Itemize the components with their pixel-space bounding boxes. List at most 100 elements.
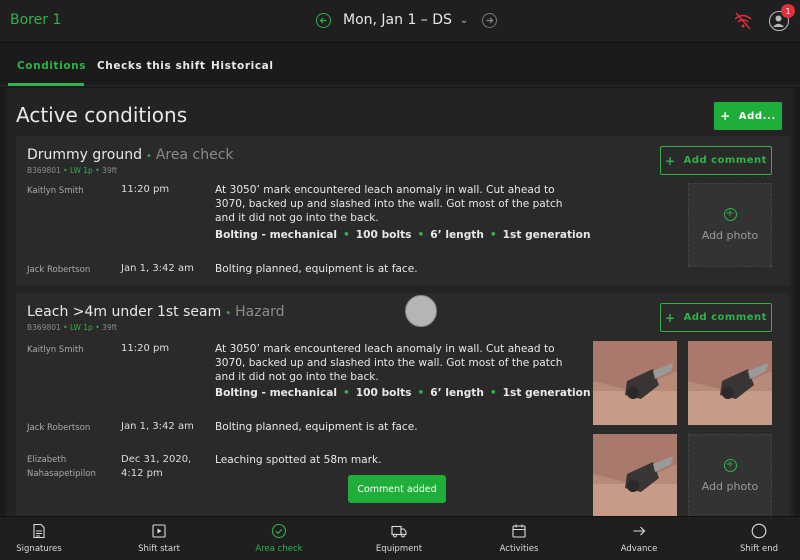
- tag: 1st generation: [502, 229, 591, 241]
- condition-photo[interactable]: [688, 341, 772, 425]
- previous-day-button[interactable]: [316, 12, 331, 28]
- chevron-down-icon[interactable]: ⌄: [460, 15, 468, 26]
- meta-distance: 39ft: [102, 166, 118, 175]
- comment-text: Leaching spotted at 58m mark.: [215, 454, 382, 466]
- plus-icon: +: [665, 310, 676, 325]
- play-icon: [152, 524, 166, 538]
- add-photo-label: Add photo: [701, 480, 759, 493]
- tag: 6’ length: [430, 229, 484, 241]
- comment-tags: Bolting - mechanical • 100 bolts • 6’ length…: [215, 387, 591, 399]
- comment-text: At 3050’ mark encountered leach anomaly …: [215, 184, 563, 224]
- nav-shift-end[interactable]: Shift end: [709, 517, 800, 560]
- condition-meta: B369801 • LW 1p • 39ft: [27, 323, 118, 332]
- tag: 100 bolts: [355, 387, 412, 399]
- nav-shift-start[interactable]: Shift start: [109, 517, 209, 560]
- condition-photo[interactable]: [593, 341, 677, 425]
- nav-label: Shift end: [739, 544, 779, 554]
- comment-author: Jack Robertson: [27, 265, 91, 275]
- check-circle-icon: [271, 523, 287, 539]
- comment-time: 11:20 pm: [121, 184, 170, 195]
- comment-author: Elizabeth Nahasapetipilon: [27, 455, 96, 479]
- nav-area-check[interactable]: Area check: [229, 517, 329, 560]
- nav-label: Area check: [255, 544, 303, 554]
- add-photo-label: Add photo: [701, 229, 759, 242]
- tag: 6’ length: [430, 387, 484, 399]
- separator-dot: •: [145, 151, 152, 162]
- add-condition-button[interactable]: + Add...: [714, 102, 782, 130]
- condition-name: Leach >4m under 1st seam: [27, 304, 222, 320]
- tab-historical[interactable]: Historical: [211, 60, 274, 72]
- condition-name: Drummy ground: [27, 147, 142, 163]
- plus-icon: +: [665, 153, 676, 168]
- tab-checks-this-shift[interactable]: Checks this shift: [97, 60, 206, 72]
- condition-photo[interactable]: [593, 434, 677, 518]
- nav-label: Equipment: [375, 544, 423, 554]
- comment-time: 11:20 pm: [121, 343, 170, 354]
- shift-date[interactable]: Mon, Jan 1 – DS: [343, 12, 452, 28]
- condition-title[interactable]: Drummy ground • Area check: [27, 147, 234, 163]
- add-comment-label: Add comment: [683, 155, 767, 166]
- meta-longwall: LW 1p: [70, 166, 93, 175]
- condition-title[interactable]: Leach >4m under 1st seam • Hazard: [27, 304, 285, 320]
- condition-type: Hazard: [235, 304, 285, 320]
- date-navigator: Mon, Jan 1 – DS ⌄: [316, 12, 498, 28]
- circle-icon: [751, 523, 767, 539]
- add-button-label: Add...: [738, 110, 776, 122]
- nav-label: Shift start: [138, 544, 180, 554]
- add-comment-label: Add comment: [683, 312, 767, 323]
- nav-label: Signatures: [16, 544, 62, 554]
- nav-signatures[interactable]: Signatures: [0, 517, 89, 560]
- tag: 1st generation: [502, 387, 591, 399]
- next-day-button[interactable]: [482, 12, 498, 28]
- active-tab-indicator: [8, 83, 84, 86]
- arrow-left-icon: [319, 17, 327, 23]
- page-title: Active conditions: [16, 103, 188, 127]
- nav-label: Advance: [620, 544, 658, 554]
- comment-tags: Bolting - mechanical • 100 bolts • 6’ length…: [215, 229, 591, 241]
- touch-cursor-indicator: [405, 295, 437, 327]
- document-icon: [33, 523, 45, 539]
- meta-id: B369801: [27, 323, 61, 332]
- add-photo-button[interactable]: + Add photo: [688, 183, 772, 267]
- separator-dot: •: [225, 308, 232, 319]
- app-brand[interactable]: Borer 1: [10, 12, 61, 28]
- nav-activities[interactable]: Activities: [469, 517, 569, 560]
- add-comment-button[interactable]: + Add comment: [660, 146, 772, 175]
- arrow-right-icon: [633, 526, 646, 536]
- toast-notification: Comment added: [348, 475, 446, 503]
- add-comment-button[interactable]: + Add comment: [660, 303, 772, 332]
- nav-label: Activities: [499, 544, 539, 554]
- comment-text: At 3050’ mark encountered leach anomaly …: [215, 343, 563, 383]
- meta-distance: 39ft: [102, 323, 118, 332]
- nav-equipment[interactable]: Equipment: [349, 517, 449, 560]
- condition-meta: B369801 • LW 1p • 39ft: [27, 166, 118, 175]
- add-photo-button[interactable]: + Add photo: [688, 434, 772, 518]
- main-panel: Active conditions + Add... Drummy ground…: [6, 88, 794, 518]
- condition-type: Area check: [155, 147, 234, 163]
- arrow-right-icon: [486, 17, 494, 23]
- nav-advance[interactable]: Advance: [589, 517, 689, 560]
- condition-card: Drummy ground • Area check B369801 • LW 1p…: [16, 136, 790, 286]
- meta-id: B369801: [27, 166, 61, 175]
- plus-circle-icon: +: [723, 459, 737, 472]
- comment-time: Jan 1, 3:42 am: [121, 421, 194, 432]
- comment-author: Kaitlyn Smith: [27, 345, 84, 355]
- comment-author: Kaitlyn Smith: [27, 186, 84, 196]
- tag: Bolting - mechanical: [215, 229, 338, 241]
- notification-badge: 1: [781, 4, 795, 18]
- mining-photo-image: [593, 434, 677, 518]
- bottom-navigation: Signatures Shift start Area check Equipm…: [0, 516, 800, 560]
- wifi-off-icon[interactable]: [732, 11, 754, 31]
- top-bar: Borer 1 Mon, Jan 1 – DS ⌄ 1: [0, 0, 800, 43]
- mining-photo-image: [688, 341, 772, 425]
- tag: Bolting - mechanical: [215, 387, 338, 399]
- tab-conditions[interactable]: Conditions: [17, 60, 86, 72]
- comment-text: Bolting planned, equipment is at face.: [215, 263, 418, 275]
- tab-bar: Conditions Checks this shift Historical: [0, 50, 800, 86]
- plus-circle-icon: +: [723, 208, 737, 221]
- comment-time: Jan 1, 3:42 am: [121, 263, 194, 274]
- comment-author: Jack Robertson: [27, 423, 91, 433]
- plus-icon: +: [720, 109, 731, 123]
- tag: 100 bolts: [355, 229, 412, 241]
- calendar-icon: [512, 524, 526, 538]
